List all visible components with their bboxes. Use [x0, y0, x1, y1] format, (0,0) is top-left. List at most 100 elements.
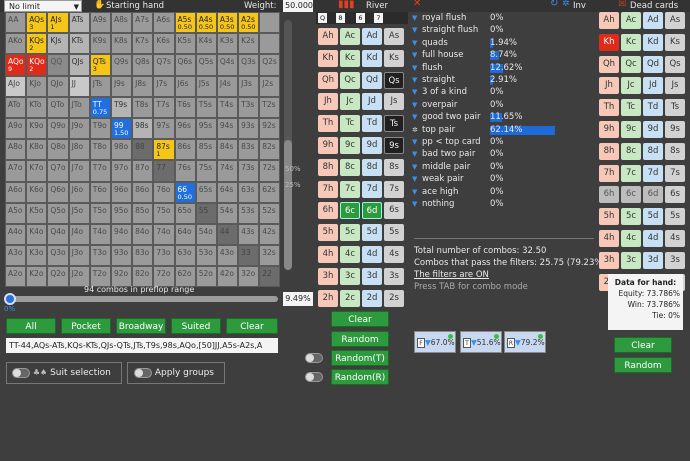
board-card-2[interactable]: 8 [336, 13, 345, 23]
hand-cell[interactable]: QQ [47, 54, 69, 76]
river-card[interactable]: Ac [340, 28, 360, 45]
hand-cell[interactable]: 42s [259, 223, 281, 246]
hand-cell[interactable]: A6o [5, 181, 27, 203]
river-card[interactable]: 8s [384, 158, 404, 176]
river-card[interactable]: 4s [384, 246, 404, 263]
river-card[interactable]: 4d [362, 246, 382, 263]
hand-cell[interactable]: A7o [5, 160, 27, 182]
river-card[interactable]: 9c [340, 137, 360, 154]
suit-selection-panel[interactable]: ♣♠ Suit selection [6, 362, 122, 384]
weight-input[interactable]: 50.000 [283, 0, 313, 12]
hand-cell[interactable]: K5o [26, 202, 48, 224]
hand-cell[interactable]: K6s [153, 33, 175, 55]
funnel-icon[interactable]: ▼ [412, 136, 420, 148]
river-card[interactable]: 6s [384, 202, 404, 220]
hand-cell[interactable]: 62s [259, 181, 281, 203]
hand-cell[interactable] [259, 33, 281, 55]
hand-cell[interactable]: 96s [174, 117, 196, 140]
river-card[interactable]: 3c [340, 267, 360, 285]
dead-card[interactable]: Qd [643, 55, 663, 73]
hand-cell[interactable]: A8s [110, 12, 133, 34]
dead-card[interactable]: 8s [665, 142, 685, 160]
hand-cell[interactable]: AJo [5, 75, 27, 97]
inv-label[interactable]: Inv [573, 1, 586, 11]
dead-card[interactable]: 6h [599, 186, 619, 204]
dead-card[interactable]: Qc [621, 55, 641, 73]
river-card[interactable]: 6d [362, 202, 382, 220]
hand-cell[interactable]: A2o [5, 266, 27, 288]
hand-cell[interactable]: Q2s [259, 54, 281, 76]
dead-card[interactable]: 6c [621, 186, 641, 204]
hand-cell[interactable]: K3o [26, 245, 48, 267]
hand-cell[interactable]: 32s [259, 245, 281, 267]
dead-card[interactable]: Ac [621, 12, 641, 29]
hand-cell[interactable]: 65s [195, 181, 217, 203]
hand-cell[interactable]: K9o [26, 117, 48, 140]
dead-card[interactable]: 4d [643, 230, 663, 247]
hand-cell[interactable]: 53s [238, 202, 260, 224]
hand-cell[interactable]: T6o [89, 181, 111, 203]
river-card[interactable]: Th [318, 115, 338, 133]
filter-row[interactable]: ▼ pp < top card 0% [412, 136, 572, 148]
hand-cell[interactable]: A9o [5, 117, 27, 140]
range-text-input[interactable]: TT-44,AQs-ATs,KQs-KTs,QJs-QTs,JTs,T9s,98… [6, 338, 278, 353]
hand-cell[interactable]: AKo [5, 33, 27, 55]
river-card[interactable]: Kh [318, 49, 338, 67]
dead-random-button[interactable]: Random [614, 357, 672, 373]
hand-cell[interactable]: K8s [110, 33, 133, 55]
dead-card[interactable]: 8c [621, 142, 641, 160]
hand-cell[interactable]: 63o [174, 245, 196, 267]
hand-cell[interactable]: K7o [26, 160, 48, 182]
hand-cell[interactable]: T9s [110, 96, 133, 118]
funnel-icon[interactable]: ▼ [412, 99, 420, 111]
filter-f-button[interactable]: F ▼67.0% [414, 331, 456, 353]
hand-cell[interactable]: AQo 9 [5, 54, 27, 76]
refresh-icon[interactable]: ↻ [550, 0, 558, 9]
hand-cell[interactable]: T8o [89, 139, 111, 161]
filter-row[interactable]: ▼ bad two pair 0% [412, 148, 572, 160]
river-card[interactable]: Js [384, 93, 404, 111]
dead-card[interactable]: 6d [643, 186, 663, 204]
hand-cell[interactable]: 74o [153, 223, 175, 246]
hand-cell[interactable]: 98s [132, 117, 154, 140]
hand-cell[interactable]: QJs [68, 54, 90, 76]
filter-row[interactable]: ▼ flush 12.62% [412, 62, 572, 74]
hand-cell[interactable]: AQs 3 [26, 12, 48, 34]
hand-cell[interactable]: 83s [238, 139, 260, 161]
hand-cell[interactable]: Q5s [195, 54, 217, 76]
filter-toggle-icon[interactable]: ✕ [413, 0, 421, 9]
funnel-icon[interactable]: ▼ [412, 37, 420, 49]
hand-cell[interactable]: 93s [238, 117, 260, 140]
dead-card[interactable]: 5c [621, 208, 641, 226]
hand-cell[interactable]: 85o [132, 202, 154, 224]
hand-cell[interactable]: Q2o [47, 266, 69, 288]
dead-card[interactable]: 4c [621, 230, 641, 247]
hand-cell[interactable]: A2s 0.50 [238, 12, 260, 34]
hand-cell[interactable]: T4o [89, 223, 111, 246]
hand-cell[interactable]: 75s [195, 160, 217, 182]
hand-cell[interactable]: J7s [153, 75, 175, 97]
river-card[interactable]: 3s [384, 267, 404, 285]
river-card[interactable]: Ad [362, 28, 382, 45]
river-card[interactable]: 9d [362, 137, 382, 154]
hand-cell[interactable]: 96o [110, 181, 133, 203]
hand-cell[interactable]: 33 [238, 245, 260, 267]
dead-card[interactable]: Qs [665, 55, 685, 73]
random-t-toggle[interactable] [305, 353, 323, 363]
filter-row[interactable]: ▼ straight flush 0% [412, 24, 572, 36]
river-card[interactable]: 5s [384, 224, 404, 242]
hand-cell[interactable]: 72s [259, 160, 281, 182]
dead-card[interactable]: 7c [621, 164, 641, 182]
range-slider-knob[interactable] [4, 293, 16, 305]
river-card[interactable]: 8d [362, 158, 382, 176]
filter-r-button[interactable]: R ▼79.2% [504, 331, 546, 353]
dead-card[interactable]: Jc [621, 77, 641, 95]
funnel-icon[interactable]: ▼ [412, 198, 420, 210]
hand-cell[interactable]: 76o [153, 181, 175, 203]
hand-cell[interactable]: A9s [89, 12, 111, 34]
hand-cell[interactable]: KTs [68, 33, 90, 55]
apply-groups-panel[interactable]: Apply groups [127, 362, 225, 384]
hand-cell[interactable]: A5s 0.50 [174, 12, 196, 34]
hand-cell[interactable]: Q4o [47, 223, 69, 246]
hand-cell[interactable]: J6s [174, 75, 196, 97]
